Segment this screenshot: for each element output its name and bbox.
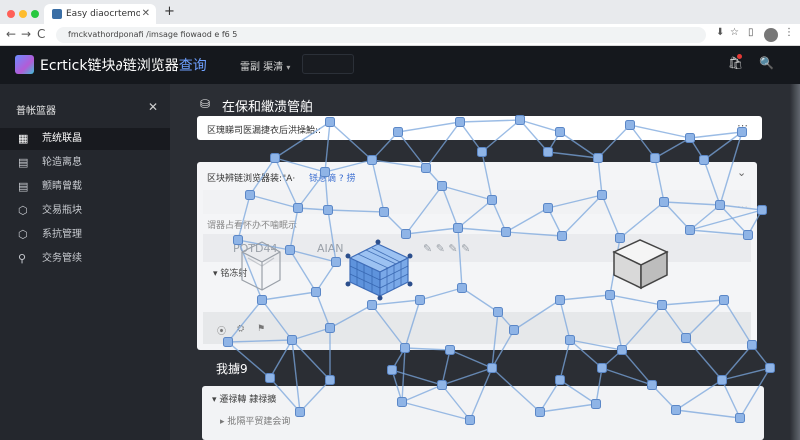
cube-icon: ⬡: [18, 204, 28, 217]
collapsed-row-label: 批隔平贸建会询: [227, 417, 291, 427]
edge-glow: [790, 84, 800, 440]
sidebar-item-business[interactable]: ⚲ 交务管续: [0, 248, 170, 270]
transactions-card: ▾ 遷禄轉 隷禄擴 ▸ 批隔平贸建会询: [202, 386, 764, 440]
more-options-icon[interactable]: ⋯: [737, 119, 748, 132]
browser-tab[interactable]: Easy diaocrtemocysutit ✕: [44, 4, 156, 24]
explorer-card-subtext: 谓器占看怀办不噛眠示: [207, 221, 298, 231]
download-icon[interactable]: ⬇: [716, 27, 724, 38]
favicon-icon: [52, 9, 62, 19]
back-icon[interactable]: ←: [6, 27, 16, 41]
expand-row[interactable]: ▾ 铭冻射: [213, 266, 247, 279]
page-title: 在保和繖溃管舶: [222, 100, 314, 115]
tab-title: Easy diaocrtemocysutit: [66, 9, 140, 19]
sidebar-item-news[interactable]: ▤ 轮造离息: [0, 152, 170, 174]
forward-icon[interactable]: →: [21, 27, 31, 41]
sidebar-item-label: 系抗管理: [42, 229, 82, 240]
app-header: Ecrtick链块∂链浏览器查询 雷副 渠清 ▾ 🛍 🔍: [0, 46, 800, 84]
faded-tab-row: [203, 234, 751, 262]
sidebar-item-label: 荒统联晶: [42, 133, 82, 144]
search-icon[interactable]: 🔍: [759, 56, 774, 70]
faded-label: AIAN: [317, 242, 344, 255]
section-title: 我擄9: [216, 362, 248, 376]
sidebar: 普帐篮器 ✕ ▦ 荒统联晶 ▤ 轮造离息 ▤ 颤睛曾载 ⬡ 交易瓶块 ⬡ 系抗管…: [0, 84, 170, 440]
notification-badge: [737, 54, 742, 59]
faded-label: ✎ ✎ ✎ ✎: [423, 242, 471, 255]
sidebar-item-label: 轮造离息: [42, 157, 82, 168]
browser-menu-icon[interactable]: ⋮: [784, 27, 794, 38]
reload-icon[interactable]: C: [37, 27, 45, 41]
browser-tab-bar: Easy diaocrtemocysutit ✕ +: [0, 0, 800, 24]
sidebar-item-overview[interactable]: ▦ 荒统联晶: [0, 128, 170, 150]
user-icon: ⚲: [18, 252, 27, 265]
app-title: Ecrtick链块∂链浏览器查询: [40, 55, 207, 75]
new-tab-button[interactable]: +: [164, 4, 175, 20]
sidebar-toggle-icon[interactable]: ▯: [748, 27, 754, 38]
sidebar-item-label: 交务管续: [42, 253, 82, 264]
expand-row[interactable]: ▾ 遷禄轉 隷禄擴: [212, 392, 276, 405]
sidebar-title: 普帐篮器: [16, 106, 56, 117]
window-minimize-button[interactable]: [19, 10, 27, 18]
address-bar[interactable]: fmckvathordponafi /imsage fiowaod e f6 5: [56, 27, 706, 43]
sidebar-item-blocks[interactable]: ⬡ 交易瓶块: [0, 200, 170, 222]
header-dropdown[interactable]: 雷副 渠清 ▾: [240, 58, 290, 73]
window-maximize-button[interactable]: [31, 10, 39, 18]
explorer-card: 区块辨链浏览器装:"A· 铩悬谪 ? 捞 ⌄ ⋯ 谓器占看怀办不噛眠示 POTD…: [197, 162, 757, 350]
box-icon: ⬡: [18, 228, 28, 241]
sidebar-item-label: 颤睛曾载: [42, 181, 82, 192]
faded-row: [203, 190, 751, 214]
footer-chip[interactable]: ⦿: [217, 324, 226, 337]
profile-avatar[interactable]: [764, 28, 778, 42]
transactions-card-title: 遷禄轉 隷禄擴: [219, 395, 277, 405]
bookmark-star-icon[interactable]: ☆: [730, 27, 739, 38]
chevron-right-icon: ▸: [220, 417, 225, 427]
explorer-card-title: 区块辨链浏览器装:"A·: [207, 174, 296, 184]
address-text: fmckvathordponafi /imsage fiowaod e f6 5: [68, 30, 238, 39]
list-icon: ▤: [18, 156, 29, 169]
tab-close-icon[interactable]: ✕: [142, 4, 150, 24]
summary-card-text: 区瑰睇司医漏捷衣后洪操鮐::: [207, 126, 322, 136]
app-title-main: Ecrtick链块∂链浏览器: [40, 58, 179, 74]
main-content: ⛁ 在保和繖溃管舶 区瑰睇司医漏捷衣后洪操鮐:: ⋯ 区块辨链浏览器装:"A· …: [170, 84, 800, 440]
collapsed-row[interactable]: ▸ 批隔平贸建会询: [220, 414, 290, 427]
chevron-down-icon: ▾: [286, 63, 291, 72]
header-dropdown-label: 雷副 渠清: [240, 62, 284, 73]
header-search-box[interactable]: [302, 54, 354, 74]
app-title-accent: 查询: [178, 58, 207, 74]
faded-footer: [203, 312, 751, 344]
sidebar-item-label: 交易瓶块: [42, 205, 82, 216]
summary-card[interactable]: 区瑰睇司医漏捷衣后洪操鮐:: ⋯: [197, 116, 762, 140]
collapse-toggle-icon[interactable]: ⌄: [737, 166, 746, 179]
app-logo-icon: [15, 55, 34, 74]
database-icon: ⛁: [200, 97, 211, 111]
dashboard-icon: ▦: [18, 132, 29, 145]
explorer-card-link[interactable]: 铩悬谪 ? 捞: [309, 171, 356, 184]
sidebar-item-records[interactable]: ▤ 颤睛曾载: [0, 176, 170, 198]
footer-chip[interactable]: ⛭: [237, 324, 244, 334]
chevron-down-icon: ▾: [212, 395, 217, 405]
footer-chip[interactable]: ⚑: [257, 324, 265, 334]
window-close-button[interactable]: [7, 10, 15, 18]
sidebar-item-system[interactable]: ⬡ 系抗管理: [0, 224, 170, 246]
browser-toolbar: ← → C fmckvathordponafi /imsage fiowaod …: [0, 24, 800, 46]
chevron-down-icon: ▾: [213, 269, 218, 279]
document-icon: ▤: [18, 180, 29, 193]
close-icon[interactable]: ✕: [148, 100, 158, 114]
faded-label: POTD44: [233, 242, 278, 255]
expand-row-label: 铭冻射: [220, 269, 248, 279]
